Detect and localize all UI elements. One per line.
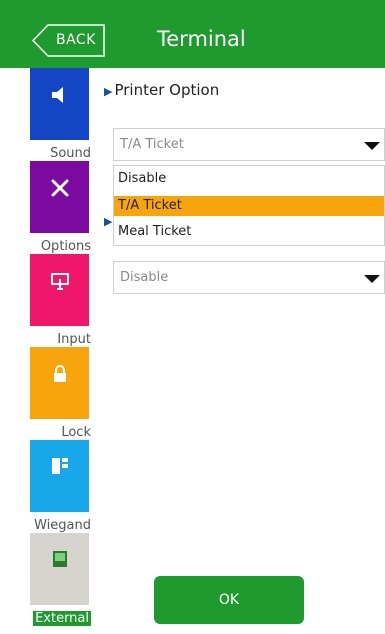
sidebar: Sound Options Input Lock Wiegand Externa… (0, 68, 95, 634)
select-value: T/A Ticket (120, 137, 184, 152)
speaker-icon (51, 87, 63, 103)
sidebar-item-label: Options (40, 239, 91, 254)
secondary-option-select[interactable]: Disable (113, 261, 385, 294)
sidebar-item-label: Lock (61, 425, 91, 440)
section-title-text: Printer Option (114, 81, 220, 99)
header-bar: BACK Terminal (0, 0, 385, 68)
sidebar-item-wiegand[interactable]: Wiegand (0, 440, 95, 533)
sidebar-item-label: External (33, 611, 91, 626)
back-label: BACK (56, 32, 96, 48)
section-title: ▶ Printer Option (104, 81, 219, 99)
input-tile (30, 254, 89, 326)
ok-button[interactable]: OK (154, 576, 304, 624)
sidebar-item-sound[interactable]: Sound (0, 68, 95, 161)
device-icon (52, 551, 67, 567)
bullet-arrow-icon: ▶ (104, 85, 113, 98)
external-tile (30, 533, 89, 605)
sidebar-item-label: Input (57, 332, 91, 347)
page-title: Terminal (157, 27, 246, 51)
sidebar-item-options[interactable]: Options (0, 161, 95, 254)
lock-icon (53, 365, 66, 382)
chevron-down-icon (364, 275, 380, 283)
lock-tile (30, 347, 89, 419)
sidebar-item-input[interactable]: Input (0, 254, 95, 347)
printer-option-dropdown: Disable T/A Ticket Meal Ticket (113, 165, 385, 246)
back-button[interactable]: BACK (32, 24, 105, 57)
options-tile (30, 161, 89, 233)
dropdown-option-disable[interactable]: Disable (114, 169, 384, 189)
sound-tile (30, 68, 89, 140)
select-value: Disable (120, 270, 169, 285)
bullet-arrow-icon: ▶ (104, 215, 113, 228)
sidebar-item-external[interactable]: External (0, 533, 95, 626)
chevron-down-icon (364, 142, 380, 150)
sidebar-item-label: Sound (50, 146, 91, 161)
wiegand-tile (30, 440, 89, 512)
dropdown-option-ta-ticket[interactable]: T/A Ticket (114, 196, 384, 216)
printer-option-select[interactable]: T/A Ticket (113, 128, 385, 161)
display-icon (50, 273, 69, 290)
sidebar-item-label: Wiegand (34, 518, 91, 533)
sidebar-item-lock[interactable]: Lock (0, 347, 95, 440)
tools-icon (51, 179, 68, 197)
card-icon (51, 458, 68, 474)
dropdown-option-meal-ticket[interactable]: Meal Ticket (114, 222, 384, 242)
